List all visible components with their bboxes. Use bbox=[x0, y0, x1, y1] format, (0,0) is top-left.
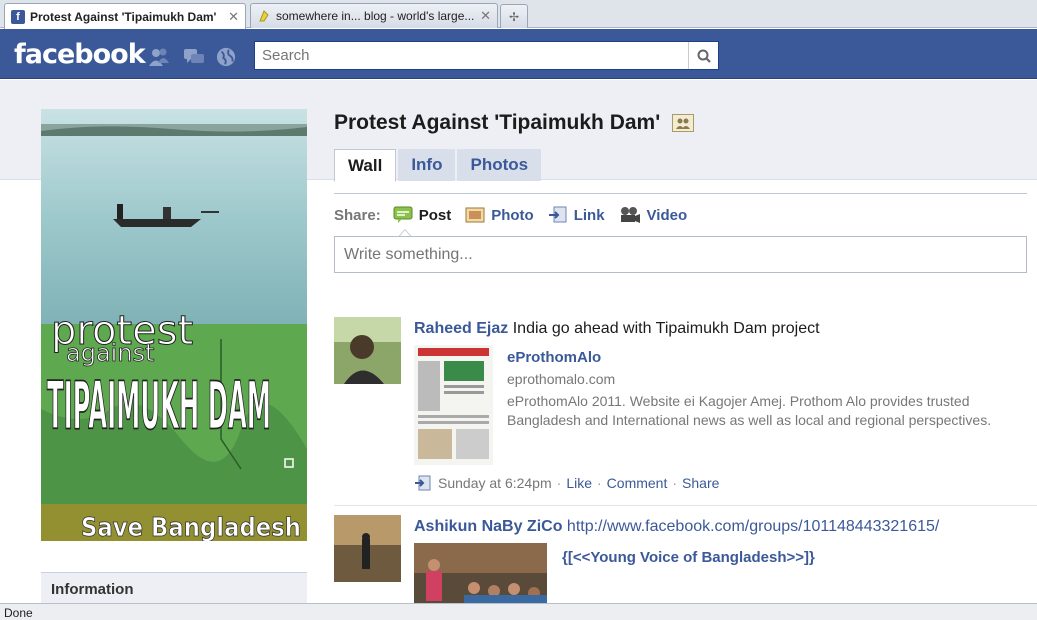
share-video[interactable]: Video bbox=[619, 206, 688, 224]
separator-dot: · bbox=[597, 475, 602, 491]
browser-tab-strip: f Protest Against 'Tipaimukh Dam' ✕ some… bbox=[0, 0, 1037, 29]
page-title-text: Protest Against 'Tipaimukh Dam' bbox=[334, 111, 661, 134]
attachment-description-line: Bangladesh and International news as wel… bbox=[507, 412, 992, 428]
share-video-label: Video bbox=[646, 206, 688, 224]
tab-title: somewhere in... blog - world's large... bbox=[276, 9, 475, 23]
friend-requests-icon[interactable] bbox=[148, 47, 170, 67]
share-post[interactable]: Post bbox=[393, 206, 452, 224]
story-url-link[interactable]: http://www.facebook.com/groups/101148443… bbox=[567, 518, 939, 535]
story-text: India go ahead with Tipaimukh Dam projec… bbox=[512, 320, 820, 337]
blog-favicon-icon bbox=[259, 10, 269, 22]
information-label: Information bbox=[51, 581, 134, 598]
search-field bbox=[254, 41, 719, 70]
share-bar: Share: Post Photo Link Video bbox=[334, 203, 701, 227]
poster-text-against: against bbox=[66, 339, 154, 367]
tab-divider bbox=[334, 193, 1027, 194]
share-photo[interactable]: Photo bbox=[465, 206, 534, 224]
protest-poster-image: protest against TIPAIMUKH DAM Save Bangl… bbox=[41, 109, 307, 541]
share-link[interactable]: Link bbox=[548, 206, 605, 224]
group-icon bbox=[672, 114, 695, 132]
link-share-icon bbox=[415, 475, 431, 491]
attachment-description-line: eProthomAlo 2011. Website ei Kagojer Ame… bbox=[507, 393, 970, 409]
story-message: Raheed Ejaz India go ahead with Tipaimuk… bbox=[414, 317, 1034, 341]
photo-icon bbox=[465, 207, 485, 223]
newspaper-thumbnail-image bbox=[414, 345, 493, 465]
page-tabs: Wall Info Photos bbox=[334, 149, 543, 182]
status-text: Done bbox=[4, 606, 33, 620]
close-tab-icon[interactable]: ✕ bbox=[480, 8, 491, 24]
share-link-label: Link bbox=[573, 206, 605, 224]
tab-wall[interactable]: Wall bbox=[334, 149, 397, 182]
share-link[interactable]: Share bbox=[682, 475, 719, 491]
facebook-favicon-icon: f bbox=[11, 9, 25, 24]
separator-dot: · bbox=[672, 475, 678, 491]
avatar-photo-ashikun bbox=[334, 515, 401, 582]
comment-link[interactable]: Comment bbox=[607, 475, 668, 491]
attachment-description: eProthomAlo 2011. Website ei Kagojer Ame… bbox=[507, 392, 1027, 430]
close-tab-icon[interactable]: ✕ bbox=[228, 9, 239, 25]
attachment-url: eprothomalo.com bbox=[507, 371, 616, 387]
link-icon bbox=[548, 206, 567, 223]
share-post-label: Post bbox=[418, 206, 452, 224]
avatar[interactable] bbox=[334, 515, 401, 582]
facebook-logo[interactable]: facebook bbox=[14, 39, 146, 70]
tab-info[interactable]: Info bbox=[398, 149, 456, 181]
separator-dot: · bbox=[556, 475, 562, 491]
post-icon bbox=[393, 206, 413, 223]
browser-tab-active[interactable]: f Protest Against 'Tipaimukh Dam' ✕ bbox=[4, 3, 246, 29]
tab-photos[interactable]: Photos bbox=[457, 149, 542, 181]
search-icon bbox=[697, 49, 711, 63]
feed-story: Ashikun NaBy ZiCo http://www.facebook.co… bbox=[334, 505, 1037, 613]
story-actor-link[interactable]: Raheed Ejaz bbox=[414, 320, 508, 337]
page-title: Protest Against 'Tipaimukh Dam' bbox=[334, 111, 695, 135]
profile-picture[interactable]: protest against TIPAIMUKH DAM Save Bangl… bbox=[41, 109, 307, 541]
attachment-title-link[interactable]: eProthomAlo bbox=[507, 348, 1027, 368]
composer-input[interactable] bbox=[344, 245, 1017, 264]
browser-status-bar: Done bbox=[0, 603, 1037, 620]
search-input[interactable] bbox=[255, 42, 688, 69]
notifications-globe-icon[interactable] bbox=[215, 47, 237, 67]
story-timestamp[interactable]: Sunday at 6:24pm bbox=[438, 475, 552, 491]
facebook-header: facebook bbox=[0, 29, 1037, 79]
search-button[interactable] bbox=[688, 42, 718, 69]
attachment-thumbnail[interactable] bbox=[414, 345, 493, 465]
story-actor-link[interactable]: Ashikun NaBy ZiCo bbox=[414, 518, 562, 535]
poster-text-dam: TIPAIMUKH DAM bbox=[47, 368, 271, 444]
poster-text-save: Save Bangladesh bbox=[81, 513, 301, 541]
avatar[interactable] bbox=[334, 317, 401, 384]
attachment-title-link[interactable]: {[<<Young Voice of Bangladesh>>]} bbox=[562, 549, 815, 566]
share-label: Share: bbox=[334, 206, 381, 224]
story-message: Ashikun NaBy ZiCo http://www.facebook.co… bbox=[414, 515, 1034, 539]
new-tab-button[interactable]: ✢ bbox=[500, 4, 528, 28]
like-link[interactable]: Like bbox=[566, 475, 592, 491]
video-icon bbox=[620, 207, 640, 223]
share-photo-label: Photo bbox=[491, 206, 534, 224]
browser-tab[interactable]: somewhere in... blog - world's large... … bbox=[250, 3, 498, 28]
story-footer: Sunday at 6:24pm · Like · Comment · Shar… bbox=[414, 475, 1034, 491]
story-attachment[interactable]: eProthomAlo eprothomalo.com eProthomAlo … bbox=[414, 345, 1034, 467]
composer-box bbox=[334, 236, 1027, 273]
avatar-photo-raheed bbox=[334, 317, 401, 384]
messages-icon[interactable] bbox=[183, 47, 205, 67]
tab-title: Protest Against 'Tipaimukh Dam' bbox=[30, 9, 217, 24]
